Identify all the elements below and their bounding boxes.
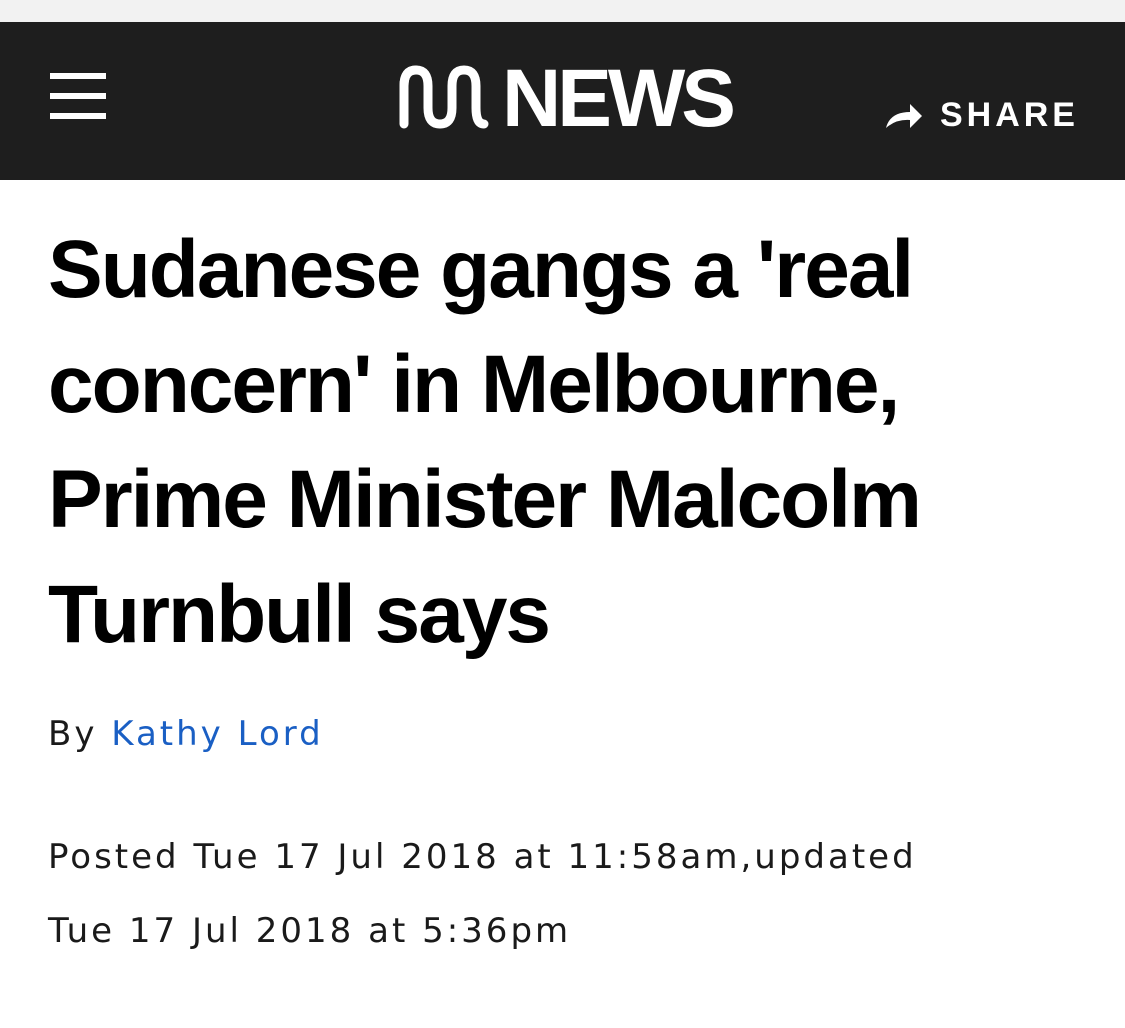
author-link[interactable]: Kathy Lord: [111, 714, 323, 754]
byline-prefix: By: [48, 714, 98, 754]
menu-button[interactable]: [50, 73, 106, 119]
posted-date: Tue 17 Jul 2018 at 11:58am,: [193, 837, 755, 877]
abc-ribbon-logo-icon: [399, 65, 489, 129]
hamburger-menu-icon: [50, 73, 106, 79]
share-label: SHARE: [939, 96, 1079, 134]
status-strip: [0, 0, 1125, 22]
article-timestamps: Posted Tue 17 Jul 2018 at 11:58am,update…: [48, 820, 1108, 968]
article-headline: Sudanese gangs a 'real concern' in Melbo…: [48, 224, 922, 660]
updated-label: updated: [754, 837, 917, 877]
share-arrow-icon: [885, 103, 922, 128]
updated-date: Tue 17 Jul 2018 at 5:36pm: [48, 911, 572, 951]
posted-line: Posted Tue 17 Jul 2018 at 11:58am,update…: [48, 820, 1108, 894]
article: Sudanese gangs a 'real concern' in Melbo…: [48, 212, 1108, 968]
byline: By Kathy Lord: [48, 712, 1108, 756]
hamburger-menu-icon-bar: [50, 93, 106, 99]
posted-label: Posted: [48, 837, 180, 877]
abc-news-logo[interactable]: NEWS: [396, 58, 736, 140]
share-button[interactable]: SHARE: [884, 96, 1079, 135]
logo-text: NEWS: [502, 53, 736, 144]
top-navigation-bar: NEWS SHARE: [0, 22, 1125, 180]
hamburger-menu-icon-bar: [50, 113, 106, 119]
